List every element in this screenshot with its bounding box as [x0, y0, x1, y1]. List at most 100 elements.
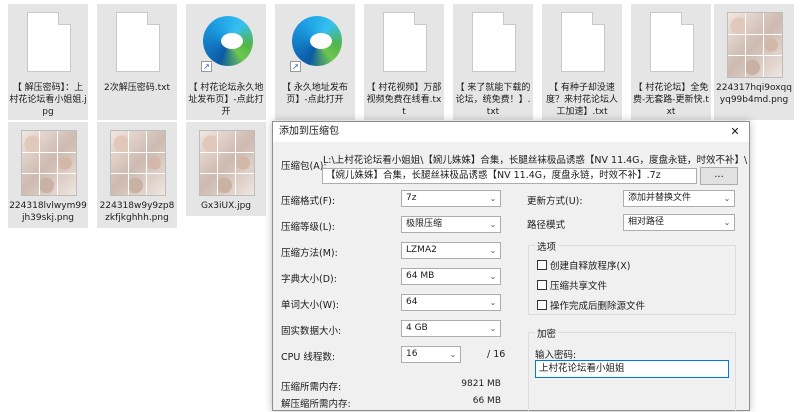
- file-tile[interactable]: 224317hqi9oxqqyq99b4md.png: [714, 4, 794, 120]
- update-mode-select[interactable]: 添加并替换文件 ⌄: [623, 190, 735, 207]
- chevron-down-icon: ⌄: [486, 217, 500, 232]
- file-name: 224317hqi9oxqqyq99b4md.png: [716, 83, 792, 105]
- delete-label: 操作完成后删除源文件: [550, 301, 646, 312]
- encryption-title: 加密: [535, 326, 559, 340]
- dialog-titlebar: 添加到压缩包 ✕: [273, 122, 749, 142]
- file-tile[interactable]: ↗ 【 村花论坛永久地址发布页】-点此打开: [186, 4, 266, 120]
- checkbox-icon: [537, 300, 547, 310]
- chevron-down-icon: ⌄: [486, 321, 500, 336]
- password-label: 输入密码:: [535, 350, 577, 361]
- file-tile[interactable]: 【 有种子却没速度？来村花论坛人工加速】.txt: [542, 4, 622, 120]
- format-select[interactable]: 7z ⌄: [401, 190, 501, 207]
- file-name: 【 村花视频】万部视频免费在线看.txt: [366, 83, 442, 117]
- shared-files-checkbox[interactable]: 压缩共享文件: [537, 278, 607, 292]
- dialog-title: 添加到压缩包: [279, 126, 339, 137]
- password-input[interactable]: 上村花论坛看小姐姐: [535, 360, 729, 378]
- dict-select[interactable]: 64 MB ⌄: [401, 268, 501, 285]
- chevron-down-icon: ⌄: [720, 191, 734, 206]
- file-name: 【 村花论坛】全免费-无套路-更新快.txt: [633, 83, 709, 117]
- solid-label: 固实数据大小:: [281, 326, 342, 337]
- mem-decompress-label: 解压缩所需内存:: [281, 399, 351, 410]
- edge-shortcut-icon: ↗: [199, 12, 253, 78]
- file-tile[interactable]: ↗ 【 永久地址发布页】-点此打开: [275, 4, 355, 120]
- cpu-threads-select[interactable]: 16 ⌄: [401, 346, 461, 363]
- chevron-down-icon: ⌄: [720, 215, 734, 230]
- dict-value: 64 MB: [406, 271, 435, 281]
- file-name: 224318w9y9zp8zkfjkghhh.png: [99, 201, 175, 223]
- file-tile[interactable]: 224318lvlwym99jh39skj.png: [8, 122, 88, 228]
- file-tile[interactable]: 【 村花论坛】全免费-无套路-更新快.txt: [631, 4, 711, 120]
- method-value: LZMA2: [406, 245, 437, 255]
- document-icon: [466, 12, 520, 78]
- chevron-down-icon: ⌄: [446, 347, 460, 362]
- path-mode-select[interactable]: 相对路径 ⌄: [623, 214, 735, 231]
- pathmode-label: 路径模式: [527, 220, 566, 231]
- options-group: 选项 创建自释放程序(X) 压缩共享文件 操作完成后删除源文件: [528, 239, 736, 315]
- close-icon[interactable]: ✕: [721, 122, 749, 142]
- chevron-down-icon: ⌄: [486, 269, 500, 284]
- word-value: 64: [406, 297, 418, 307]
- file-tile[interactable]: 224318w9y9zp8zkfjkghhh.png: [97, 122, 177, 228]
- method-label: 压缩方法(M):: [281, 248, 338, 259]
- cpu-total: / 16: [487, 349, 506, 360]
- file-tile[interactable]: Gx3iUX.jpg: [186, 122, 266, 216]
- archive-name-combo[interactable]: 【婉儿姝姝】合集，长腿丝袜极品诱惑【NV 11.4G，度盘永链，时效不补】.7z: [322, 168, 697, 184]
- chevron-down-icon: ⌄: [486, 191, 500, 206]
- solid-select[interactable]: 4 GB ⌄: [401, 320, 501, 337]
- cpu-value: 16: [406, 349, 418, 359]
- document-icon: [21, 12, 75, 78]
- edge-shortcut-icon: ↗: [288, 12, 342, 78]
- archive-name-value: 【婉儿姝姝】合集，长腿丝袜极品诱惑【NV 11.4G，度盘永链，时效不补】.7z: [326, 170, 661, 181]
- cpu-label: CPU 线程数:: [281, 352, 336, 363]
- document-icon: [377, 12, 431, 78]
- image-thumbnail: [199, 130, 255, 196]
- dict-label: 字典大小(D):: [281, 274, 337, 285]
- checkbox-icon: [537, 280, 547, 290]
- file-name: 【 有种子却没速度？来村花论坛人工加速】.txt: [545, 83, 618, 117]
- mem-compress-value: 9821 MB: [461, 379, 501, 389]
- level-label: 压缩等级(L):: [281, 222, 335, 233]
- file-name: Gx3iUX.jpg: [200, 201, 252, 211]
- file-name: 【 解压密码】：上村花论坛看小姐姐.jpg: [9, 83, 87, 117]
- word-label: 单词大小(W):: [281, 300, 340, 311]
- document-icon: [644, 12, 698, 78]
- file-name: 【 永久地址发布页】-点此打开: [282, 83, 348, 105]
- archive-label: 压缩包(A):: [281, 161, 327, 172]
- document-icon: [555, 12, 609, 78]
- format-label: 压缩格式(F):: [281, 196, 336, 207]
- level-value: 极限压缩: [406, 219, 443, 229]
- file-name: 2次解压密码.txt: [104, 83, 170, 93]
- delete-after-checkbox[interactable]: 操作完成后删除源文件: [537, 298, 645, 312]
- file-tile[interactable]: 【 来了就能下载的论坛，统免费！】.txt: [453, 4, 533, 120]
- document-icon: [110, 12, 164, 78]
- image-thumbnail: [727, 12, 783, 78]
- chevron-down-icon: ⌄: [486, 295, 500, 310]
- browse-button[interactable]: ...: [700, 167, 738, 185]
- file-tile[interactable]: 【 村花视频】万部视频免费在线看.txt: [364, 4, 444, 120]
- checkbox-icon: [537, 260, 547, 270]
- mem-decompress-value: 66 MB: [472, 396, 501, 406]
- update-label: 更新方式(U):: [527, 196, 583, 207]
- file-name: 224318lvlwym99jh39skj.png: [9, 201, 87, 223]
- solid-value: 4 GB: [406, 323, 428, 333]
- level-select[interactable]: 极限压缩 ⌄: [401, 216, 501, 233]
- image-thumbnail: [21, 130, 77, 196]
- method-select[interactable]: LZMA2 ⌄: [401, 242, 501, 259]
- format-value: 7z: [406, 193, 417, 203]
- file-name: 【 村花论坛永久地址发布页】-点此打开: [188, 83, 264, 117]
- file-name: 【 来了就能下载的论坛，统免费！】.txt: [455, 83, 531, 117]
- word-select[interactable]: 64 ⌄: [401, 294, 501, 311]
- options-title: 选项: [535, 239, 559, 253]
- update-value: 添加并替换文件: [628, 193, 692, 203]
- sfx-label: 创建自释放程序(X): [550, 261, 631, 272]
- file-tile[interactable]: 2次解压密码.txt: [97, 4, 177, 120]
- add-to-archive-dialog: 添加到压缩包 ✕ 压缩包(A): L:\上村花论坛看小姐姐\【婉儿姝姝】合集，长…: [272, 121, 750, 412]
- mem-compress-label: 压缩所需内存:: [281, 382, 342, 393]
- chevron-down-icon: ⌄: [486, 243, 500, 258]
- shared-label: 压缩共享文件: [550, 281, 608, 292]
- archive-path-line: L:\上村花论坛看小姐姐\【婉儿姝姝】合集，长腿丝袜极品诱惑【NV 11.4G，…: [323, 155, 748, 166]
- sfx-checkbox[interactable]: 创建自释放程序(X): [537, 258, 630, 272]
- pathmode-value: 相对路径: [628, 217, 665, 227]
- file-tile[interactable]: 【 解压密码】：上村花论坛看小姐姐.jpg: [8, 4, 88, 120]
- image-thumbnail: [110, 130, 166, 196]
